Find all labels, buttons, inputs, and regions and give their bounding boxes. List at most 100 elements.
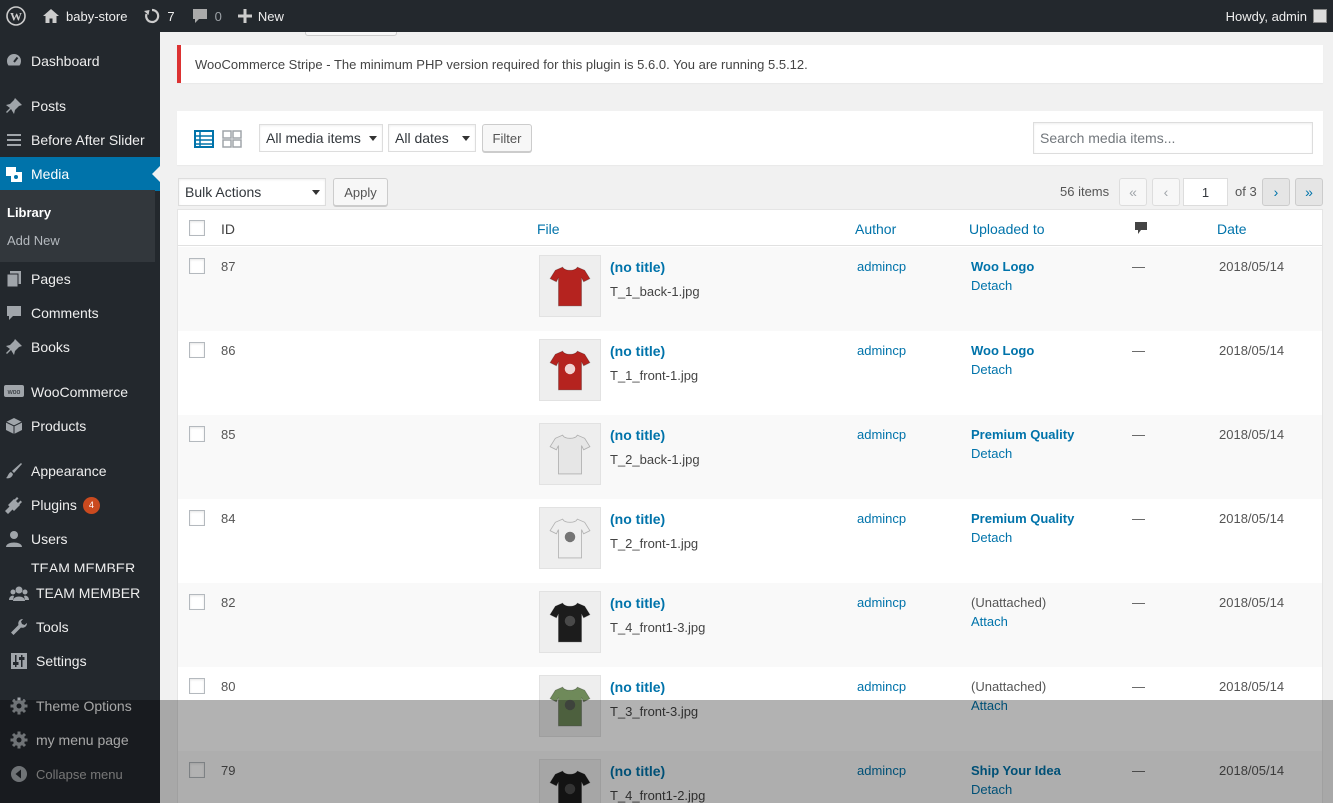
column-uploaded-to[interactable]: Uploaded to [969,221,1045,237]
sidebar-item-media[interactable]: Media [0,157,160,191]
thumbnail-image[interactable] [539,759,601,803]
comments-link[interactable]: 0 [183,0,230,32]
last-page-button[interactable]: » [1295,178,1323,206]
author-link[interactable]: admincp [857,343,906,358]
attach-link[interactable]: Attach [971,698,1008,713]
updates-link[interactable]: 7 [135,0,182,32]
sidebar-item-team-member[interactable]: TEAM MEMBER [0,576,160,610]
column-date[interactable]: Date [1217,221,1247,237]
file-name: T_2_front-1.jpg [610,536,699,551]
detach-link[interactable]: Detach [971,530,1012,545]
sidebar-item-appearance[interactable]: Appearance [0,454,160,488]
grid-view-icon[interactable] [222,130,242,148]
detach-link[interactable]: Detach [971,782,1012,797]
submenu-library[interactable]: Library [7,205,51,220]
media-title-link[interactable]: (no title) [610,595,665,611]
uploaded-to-link[interactable]: Woo Logo [971,259,1034,274]
filter-button[interactable]: Filter [482,124,532,152]
thumbnail-image[interactable] [539,255,601,317]
media-title-link[interactable]: (no title) [610,259,665,275]
select-all-checkbox[interactable] [189,220,205,236]
media-title-link[interactable]: (no title) [610,679,665,695]
upload-date: 2018/05/14 [1219,259,1285,274]
sidebar-item-products[interactable]: Products [0,409,160,443]
sidebar-item-posts[interactable]: Posts [0,89,160,123]
attach-link[interactable]: Attach [971,614,1008,629]
apply-button[interactable]: Apply [333,178,388,206]
author-link[interactable]: admincp [857,511,906,526]
detach-link[interactable]: Detach [971,278,1012,293]
sidebar-item-woocommerce[interactable]: woo WooCommerce [0,375,160,409]
sidebar-item-plugins[interactable]: Plugins 4 [0,488,160,522]
file-name: T_4_front1-2.jpg [610,788,706,803]
media-id: 86 [221,343,236,358]
media-title-link[interactable]: (no title) [610,763,665,779]
sidebar-item-books[interactable]: Books [0,330,160,364]
new-content-link[interactable]: New [230,0,292,32]
first-page-button[interactable]: « [1119,178,1147,206]
list-view-icon[interactable] [194,130,214,148]
sidebar-item-my-menu-page[interactable]: my menu page [0,723,160,757]
author-link[interactable]: admincp [857,763,906,778]
uploaded-to-link[interactable]: Woo Logo [971,343,1034,358]
comment-column-icon[interactable] [1134,221,1148,239]
tshirt-icon [549,266,591,307]
thumbnail-image[interactable] [539,339,601,401]
media-title-link[interactable]: (no title) [610,343,665,359]
media-type-select[interactable]: All media items [259,124,383,152]
table-row: 79 (no title) T_4_front1-2.jpg admincp Ship … [178,751,1322,803]
sidebar-item-settings[interactable]: Settings [0,644,160,678]
column-file[interactable]: File [537,221,560,237]
chevron-down-icon [312,190,320,195]
author-link[interactable]: admincp [857,427,906,442]
search-input[interactable]: Search media items... [1033,122,1313,154]
row-checkbox[interactable] [189,510,205,526]
column-author[interactable]: Author [855,221,896,237]
detach-link[interactable]: Detach [971,446,1012,461]
sidebar-item-comments[interactable]: Comments [0,296,160,330]
group-icon [9,583,29,603]
sidebar-item-before-after-slider[interactable]: Before After Slider [0,123,160,157]
account-menu[interactable]: Howdy, admin [1218,0,1333,32]
bulk-actions-value: Bulk Actions [185,184,262,200]
date-select[interactable]: All dates [388,124,476,152]
author-link[interactable]: admincp [857,679,906,694]
bulk-actions-select[interactable]: Bulk Actions [178,178,326,206]
thumbnail-image[interactable] [539,675,601,737]
thumbnail-image[interactable] [539,507,601,569]
media-title-link[interactable]: (no title) [610,511,665,527]
author-link[interactable]: admincp [857,259,906,274]
sidebar-item-label: Products [31,418,87,434]
thumbnail-image[interactable] [539,591,601,653]
row-checkbox[interactable] [189,342,205,358]
thumbnail-image[interactable] [539,423,601,485]
row-checkbox[interactable] [189,762,205,778]
row-checkbox[interactable] [189,594,205,610]
row-checkbox[interactable] [189,678,205,694]
site-name-link[interactable]: baby-store [34,0,135,32]
submenu-add-new[interactable]: Add New [7,233,60,248]
sidebar-item-collapse-menu[interactable]: Collapse menu [0,757,160,791]
sidebar-item-label: Plugins [31,497,77,513]
media-title-link[interactable]: (no title) [610,427,665,443]
row-checkbox[interactable] [189,426,205,442]
upload-date: 2018/05/14 [1219,511,1285,526]
media-toolbar: All media items All dates Filter Search … [177,111,1323,165]
sidebar-item-theme-options[interactable]: Theme Options [0,689,160,723]
prev-page-button[interactable]: ‹ [1152,178,1180,206]
detach-link[interactable]: Detach [971,362,1012,377]
sidebar-item-users[interactable]: Users [0,522,160,556]
next-page-button[interactable]: › [1262,178,1290,206]
sidebar-item-pages[interactable]: Pages [0,262,160,296]
uploaded-to-link[interactable]: Ship Your Idea [971,763,1061,778]
uploaded-to-link[interactable]: Premium Quality [971,511,1074,526]
current-page-input[interactable]: 1 [1183,178,1228,206]
file-name: T_2_back-1.jpg [610,452,700,467]
row-checkbox[interactable] [189,258,205,274]
sidebar-item-dashboard[interactable]: Dashboard [0,44,160,78]
box-icon [4,416,24,436]
author-link[interactable]: admincp [857,595,906,610]
sidebar-item-tools[interactable]: Tools [0,610,160,644]
uploaded-to-link[interactable]: Premium Quality [971,427,1074,442]
wordpress-logo-icon[interactable]: W [0,0,34,32]
